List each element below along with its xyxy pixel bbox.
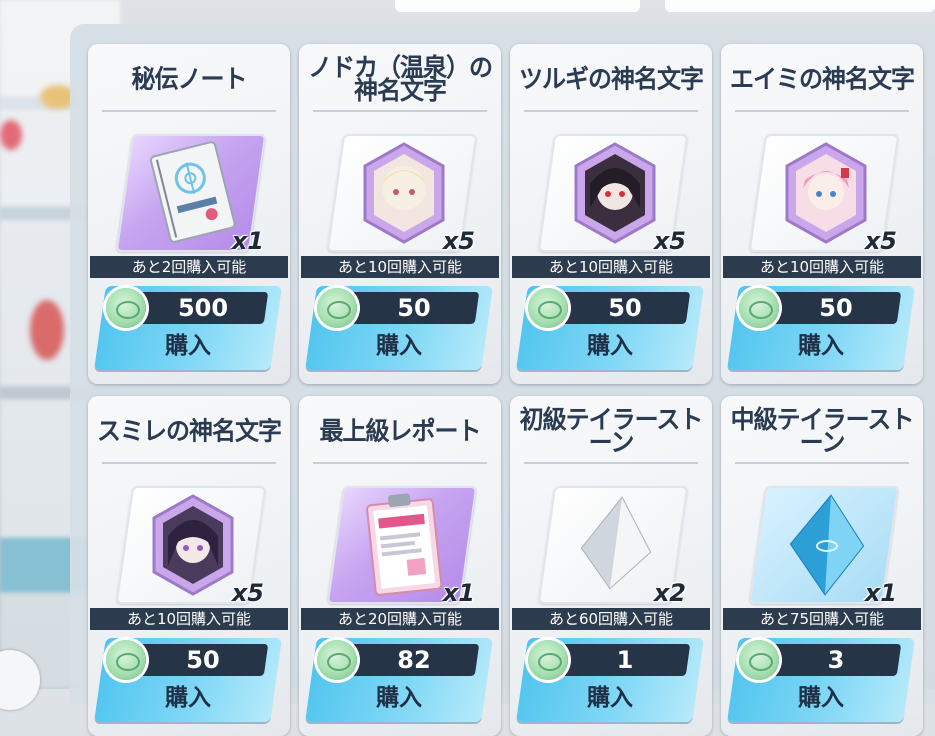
item-price: 82: [397, 646, 431, 674]
purchase-limit: あと10回購入可能: [301, 256, 499, 278]
item-title: 中級テイラーストーン: [730, 404, 915, 458]
shop-item-card[interactable]: エイミの神名文字 x5 あと10回購入可能 50 購入: [721, 44, 923, 384]
character-token-icon: [785, 142, 867, 244]
shop-item-card[interactable]: 最上級レポート x1 あと20回購入可能 82 購入: [299, 396, 501, 736]
divider: [524, 462, 698, 464]
item-title-box: スミレの神名文字: [96, 402, 282, 460]
buy-button-label[interactable]: 購入: [311, 682, 487, 714]
item-quantity: x1: [442, 579, 475, 607]
purchase-limit: あと20回購入可能: [301, 608, 499, 630]
background-decoration: [30, 300, 64, 360]
buy-button-label[interactable]: 購入: [522, 330, 698, 362]
background-decoration: [0, 120, 22, 150]
divider: [524, 110, 698, 112]
character-token-icon: [574, 142, 656, 244]
shop-item-card[interactable]: スミレの神名文字 x5 あと10回購入可能 50 購入: [88, 396, 290, 736]
divider: [102, 110, 276, 112]
item-quantity: x2: [653, 579, 686, 607]
item-title-box: 初級テイラーストーン: [518, 402, 704, 460]
shop-item-card[interactable]: ノドカ（温泉）の神名文字 x5 あと10回購入可能 50 購入: [299, 44, 501, 384]
purchase-limit: あと10回購入可能: [723, 256, 921, 278]
divider: [735, 110, 909, 112]
item-title-box: エイミの神名文字: [729, 50, 915, 108]
character-token-icon: [152, 494, 234, 596]
clear-crystal-icon: [580, 496, 652, 590]
item-title: エイミの神名文字: [730, 64, 915, 94]
shop-item-card[interactable]: 初級テイラーストーン x2 あと60回購入可能 1 購入: [510, 396, 712, 736]
item-title: ツルギの神名文字: [519, 64, 704, 94]
item-price: 50: [397, 294, 431, 322]
item-title-box: ツルギの神名文字: [518, 50, 704, 108]
purchase-limit: あと60回購入可能: [512, 608, 710, 630]
item-title-box: ノドカ（温泉）の神名文字: [307, 50, 493, 108]
top-status-bar: [665, 0, 935, 12]
divider: [313, 110, 487, 112]
buy-button-label[interactable]: 購入: [733, 330, 909, 362]
divider: [313, 462, 487, 464]
item-price: 50: [819, 294, 853, 322]
divider: [102, 462, 276, 464]
buy-button-label[interactable]: 購入: [733, 682, 909, 714]
blue-crystal-icon: [789, 494, 865, 596]
item-title-box: 秘伝ノート: [96, 50, 282, 108]
item-quantity: x5: [231, 579, 264, 607]
item-title: 最上級レポート: [319, 416, 482, 446]
buy-button-label[interactable]: 購入: [100, 682, 276, 714]
buy-button-label[interactable]: 購入: [100, 330, 276, 362]
item-price: 3: [827, 646, 845, 674]
top-status-bar: [395, 0, 640, 12]
item-quantity: x1: [231, 227, 264, 255]
item-title-box: 最上級レポート: [307, 402, 493, 460]
item-price: 1: [616, 646, 634, 674]
item-title: ノドカ（温泉）の神名文字: [308, 52, 493, 106]
character-token-icon: [363, 142, 445, 244]
item-title: 初級テイラーストーン: [519, 404, 704, 458]
report-clipboard-icon: [366, 493, 443, 596]
item-price: 50: [608, 294, 642, 322]
notebook-icon: [149, 141, 236, 243]
purchase-limit: あと10回購入可能: [512, 256, 710, 278]
item-quantity: x1: [864, 579, 897, 607]
purchase-limit: あと10回購入可能: [90, 608, 288, 630]
item-title: 秘伝ノート: [131, 64, 248, 94]
divider: [735, 462, 909, 464]
item-quantity: x5: [864, 227, 897, 255]
item-quantity: x5: [653, 227, 686, 255]
buy-button-label[interactable]: 購入: [522, 682, 698, 714]
shop-item-card[interactable]: 中級テイラーストーン x1 あと75回購入可能 3 購入: [721, 396, 923, 736]
item-title-box: 中級テイラーストーン: [729, 402, 915, 460]
item-quantity: x5: [442, 227, 475, 255]
item-price: 500: [177, 294, 229, 322]
purchase-limit: あと75回購入可能: [723, 608, 921, 630]
item-price: 50: [186, 646, 220, 674]
purchase-limit: あと2回購入可能: [90, 256, 288, 278]
item-title: スミレの神名文字: [97, 416, 282, 446]
shop-item-card[interactable]: 秘伝ノート x1 あと2回購入可能 500 購入: [88, 44, 290, 384]
buy-button-label[interactable]: 購入: [311, 330, 487, 362]
shop-item-card[interactable]: ツルギの神名文字 x5 あと10回購入可能 50 購入: [510, 44, 712, 384]
